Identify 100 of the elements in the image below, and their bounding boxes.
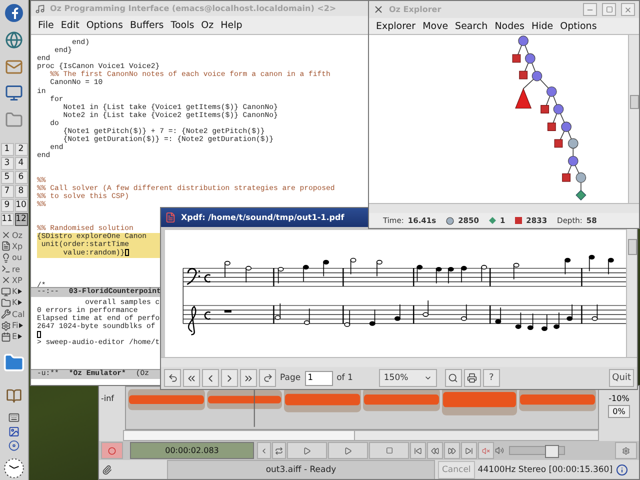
desktop-switcher[interactable]: 2	[14, 142, 28, 156]
find-button[interactable]	[444, 369, 462, 387]
desktop-switcher[interactable]: 6	[14, 170, 28, 184]
menu-item[interactable]: Nodes	[494, 20, 524, 32]
failed-node-icon	[515, 217, 522, 224]
menu-item[interactable]: File	[38, 20, 54, 30]
x-icon[interactable]	[1, 275, 11, 286]
skip-end-button[interactable]	[461, 442, 477, 459]
task-label[interactable]: K	[12, 298, 18, 308]
task-label[interactable]: Oz	[12, 230, 22, 240]
settings-button[interactable]	[615, 442, 637, 459]
info-icon[interactable]	[616, 464, 628, 476]
lightbulb-icon[interactable]	[1, 252, 11, 263]
document-icon[interactable]	[1, 241, 11, 252]
quit-button[interactable]: Quit	[609, 369, 634, 387]
menu-item[interactable]: Explorer	[376, 20, 416, 32]
gear-icon[interactable]	[1, 320, 11, 331]
menu-item[interactable]: Move	[422, 20, 448, 32]
desktop-switcher[interactable]: 4	[14, 156, 28, 170]
scrollbar[interactable]	[161, 357, 637, 367]
first-page-button[interactable]	[183, 369, 200, 387]
desktop-switcher[interactable]: 10	[14, 198, 28, 212]
keyboard-icon[interactable]	[8, 412, 20, 424]
monitor-icon[interactable]	[1, 286, 11, 297]
previous-page-button[interactable]	[202, 369, 219, 387]
desktop-switcher[interactable]: 11	[0, 212, 14, 226]
fast-forward-icon	[448, 446, 456, 454]
disc-icon[interactable]	[8, 440, 20, 452]
monitor-icon[interactable]	[5, 84, 23, 102]
desktop-switcher[interactable]: 8	[14, 184, 28, 198]
loop-button[interactable]	[272, 442, 286, 459]
book-icon[interactable]	[6, 388, 22, 404]
audio-format-info: 44100Hz Stereo [00:00:15.360]	[478, 465, 613, 475]
solved-node-icon	[488, 217, 496, 224]
zoom-button[interactable]: 0%	[608, 405, 630, 418]
slider-thumb[interactable]	[544, 445, 558, 458]
window-title: Oz Explorer	[389, 5, 442, 14]
wrench-icon[interactable]	[1, 309, 11, 320]
logo-icon[interactable]	[4, 3, 24, 24]
rewind-button[interactable]	[427, 442, 443, 459]
desktop-switcher[interactable]: 7	[0, 184, 14, 198]
image-icon[interactable]	[8, 426, 20, 438]
menu-item[interactable]: Help	[220, 20, 242, 30]
menu-item[interactable]: Search	[455, 20, 488, 32]
menu-item[interactable]: Options	[86, 20, 123, 30]
calendar-icon[interactable]	[1, 332, 11, 342]
task-label[interactable]: XP	[12, 276, 22, 285]
settings-icon	[622, 446, 630, 454]
folder-icon[interactable]	[3, 352, 25, 374]
task-label[interactable]: K	[12, 287, 18, 296]
folder-icon[interactable]	[1, 298, 11, 308]
document-icon	[165, 212, 176, 223]
menu-item[interactable]: Hide	[531, 20, 554, 32]
maximize-button[interactable]	[602, 3, 616, 16]
window-title: Oz Programming Interface (emacs@localhost.localdomain) <2>	[50, 4, 336, 13]
x-icon[interactable]	[1, 230, 11, 240]
desktop-switcher[interactable]: 5	[0, 170, 14, 184]
next-page-button[interactable]	[221, 369, 238, 387]
task-label[interactable]: re	[12, 264, 20, 274]
task-label[interactable]: ou	[12, 253, 22, 262]
task-label[interactable]: Xp	[12, 242, 23, 251]
close-button[interactable]	[621, 3, 635, 16]
minimize-button[interactable]	[583, 3, 597, 16]
page-field[interactable]: 1	[304, 370, 333, 386]
desktop-switcher[interactable]: 12	[14, 212, 28, 226]
menu-item[interactable]: Oz	[201, 20, 214, 30]
printer-icon	[467, 373, 478, 383]
scrollbar[interactable]	[628, 35, 639, 203]
maximize-icon	[606, 6, 612, 13]
scrollbar[interactable]	[123, 430, 599, 441]
task-label[interactable]: Cal	[12, 310, 25, 319]
print-button[interactable]	[464, 369, 481, 387]
back-button[interactable]	[164, 369, 181, 387]
mute-button[interactable]	[478, 442, 494, 459]
menu-item[interactable]: Options	[560, 20, 597, 32]
forward-button[interactable]	[259, 369, 276, 387]
terminal-icon[interactable]	[1, 264, 11, 274]
play-icon	[303, 446, 311, 454]
desktop-switcher[interactable]: 9	[0, 198, 14, 212]
window-title: Xpdf: /home/t/sound/tmp/out1-1.pdf	[181, 213, 344, 222]
volume-slider[interactable]	[509, 446, 565, 455]
help-button[interactable]: ?	[482, 369, 500, 387]
task-label[interactable]: E	[12, 332, 18, 342]
envelope-icon[interactable]	[5, 58, 23, 76]
task-label[interactable]: Fi	[12, 321, 18, 330]
menu-item[interactable]: Tools	[170, 20, 194, 30]
menu-item[interactable]: Edit	[60, 20, 80, 30]
record-button[interactable]	[101, 442, 123, 459]
globe-icon[interactable]	[5, 31, 23, 50]
scrollbar[interactable]	[369, 203, 639, 213]
last-page-button[interactable]	[240, 369, 257, 387]
desktop-switcher[interactable]: 3	[0, 156, 14, 170]
scrollbar[interactable]	[626, 227, 637, 357]
menu-item[interactable]: Buffers	[130, 20, 164, 30]
skip-start-button[interactable]	[410, 442, 426, 459]
desktop-switcher[interactable]: 1	[0, 142, 14, 156]
volume-icon	[495, 446, 504, 455]
loop-icon	[275, 446, 283, 454]
fast-forward-button[interactable]	[444, 442, 460, 459]
zoom-dropdown[interactable]: 150%	[378, 369, 437, 387]
